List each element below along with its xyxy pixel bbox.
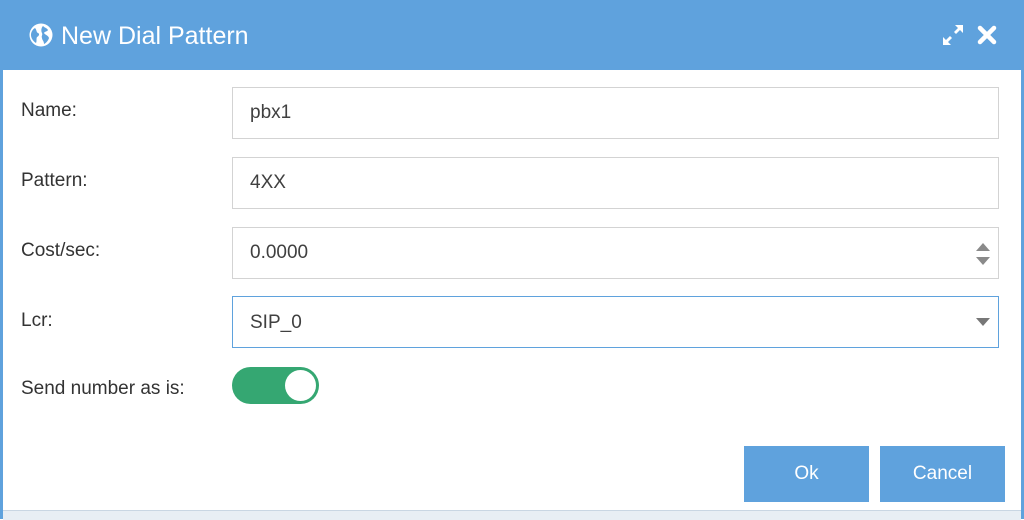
new-dial-pattern-dialog: New Dial Pattern Name: Pattern: Cost/sec…: [0, 0, 1024, 520]
lcr-selected-value: SIP_0: [250, 312, 302, 333]
pattern-input[interactable]: [233, 158, 998, 208]
name-field-box: [232, 87, 999, 139]
cancel-button[interactable]: Cancel: [880, 446, 1005, 502]
pattern-label: Pattern:: [21, 170, 88, 191]
maximize-icon[interactable]: [940, 22, 966, 48]
chevron-down-icon[interactable]: [974, 313, 992, 331]
ok-button[interactable]: Ok: [744, 446, 869, 502]
close-icon[interactable]: [974, 22, 1000, 48]
name-label: Name:: [21, 100, 77, 121]
lcr-label: Lcr:: [21, 310, 53, 331]
cost-input[interactable]: [233, 228, 998, 278]
globe-icon: [29, 23, 53, 47]
cost-label: Cost/sec:: [21, 240, 101, 261]
spinner-icon[interactable]: [974, 240, 992, 268]
cost-field-box: [232, 227, 999, 279]
lcr-select[interactable]: SIP_0: [232, 296, 999, 348]
dialog-titlebar[interactable]: New Dial Pattern: [3, 0, 1021, 70]
dialog-title: New Dial Pattern: [61, 22, 249, 50]
pattern-field-box: [232, 157, 999, 209]
name-input[interactable]: [233, 88, 998, 138]
send-as-is-label: Send number as is:: [21, 378, 185, 399]
send-as-is-toggle[interactable]: [232, 367, 319, 404]
toggle-knob: [285, 370, 316, 401]
